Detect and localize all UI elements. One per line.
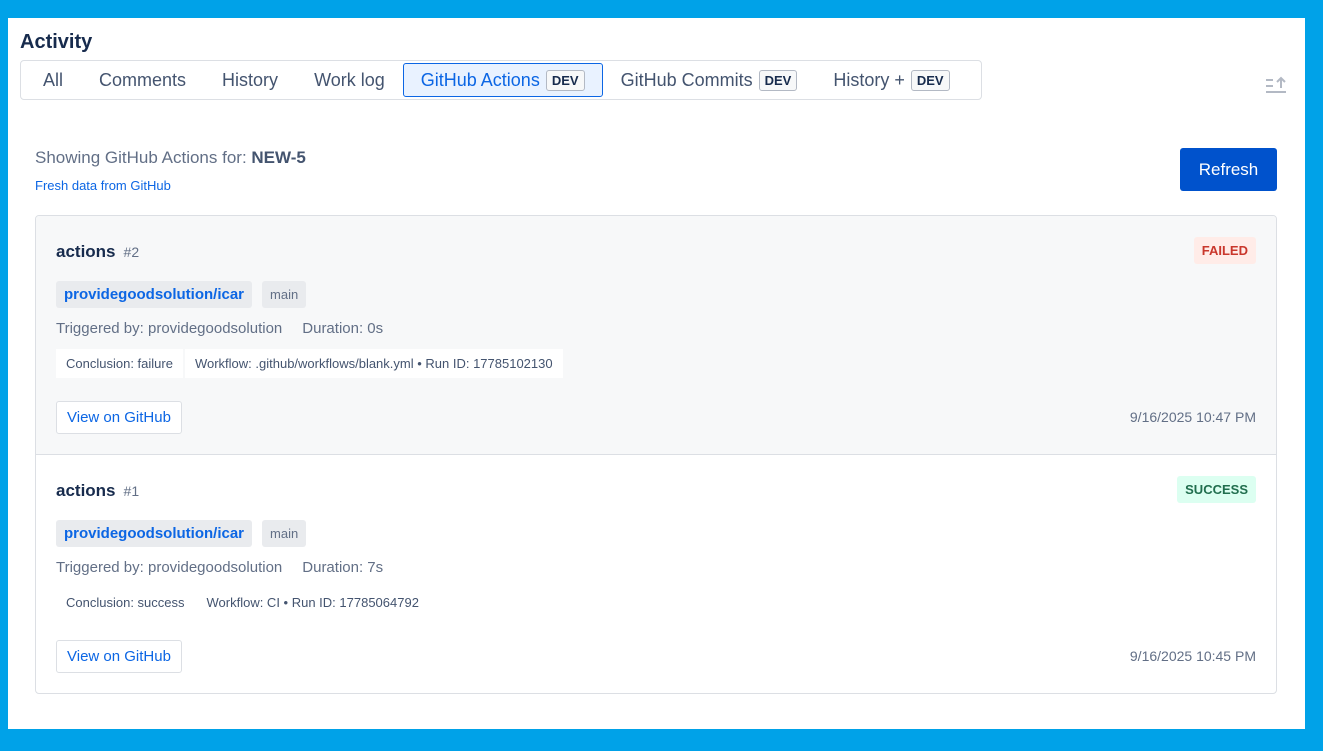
tab-comments[interactable]: Comments: [81, 63, 204, 97]
triggered-by: Triggered by: providegoodsolution: [56, 320, 283, 337]
dev-badge: DEV: [545, 69, 585, 91]
workflow-info: Workflow: .github/workflows/blank.yml • …: [184, 349, 563, 378]
tab-github-actions[interactable]: GitHub Actions DEV: [402, 63, 603, 97]
issue-key: NEW-5: [251, 148, 306, 167]
showing-label: Showing GitHub Actions for: NEW-5: [35, 148, 306, 167]
duration: Duration: 0s: [302, 320, 384, 337]
activity-panel: Activity All Comments History Work log G…: [8, 18, 1305, 729]
workflow-info: Workflow: CI • Run ID: 17785064792: [196, 588, 429, 617]
fresh-data-note: Fresh data from GitHub: [35, 178, 171, 193]
runs-list: actions #2 FAILED providegoodsolution/ica…: [35, 215, 1277, 694]
view-on-github-button[interactable]: View on GitHub: [56, 401, 182, 434]
tab-history[interactable]: History: [204, 63, 296, 97]
run-timestamp: 9/16/2025 10:47 PM: [1129, 409, 1256, 425]
tab-github-commits[interactable]: GitHub Commits DEV: [603, 63, 816, 97]
conclusion: Conclusion: failure: [56, 349, 183, 378]
dev-badge: DEV: [758, 69, 798, 91]
run-item: actions #1 SUCCESS providegoodsolution/ic…: [36, 455, 1276, 693]
view-on-github-button[interactable]: View on GitHub: [56, 640, 182, 673]
triggered-by: Triggered by: providegoodsolution: [56, 559, 283, 576]
branch-tag: main: [262, 281, 307, 308]
activity-tabs: All Comments History Work log GitHub Act…: [20, 60, 982, 100]
sort-order-icon[interactable]: [1266, 76, 1286, 94]
run-timestamp: 9/16/2025 10:45 PM: [1129, 648, 1256, 664]
tab-work-log[interactable]: Work log: [296, 63, 403, 97]
status-badge: SUCCESS: [1177, 476, 1256, 503]
status-badge: FAILED: [1193, 237, 1256, 264]
repo-tag[interactable]: providegoodsolution/icar: [56, 520, 253, 547]
conclusion: Conclusion: success: [56, 588, 195, 617]
duration: Duration: 7s: [302, 559, 384, 576]
tab-all[interactable]: All: [25, 63, 81, 97]
tab-history-plus[interactable]: History + DEV: [815, 63, 967, 97]
repo-tag[interactable]: providegoodsolution/icar: [56, 281, 253, 308]
run-item: actions #2 FAILED providegoodsolution/ica…: [36, 216, 1276, 455]
run-number: #1: [123, 483, 140, 499]
branch-tag: main: [262, 520, 307, 547]
refresh-button[interactable]: Refresh: [1180, 148, 1277, 191]
activity-title: Activity: [20, 31, 93, 53]
dev-badge: DEV: [910, 69, 950, 91]
run-name: actions #1: [56, 481, 140, 500]
run-number: #2: [123, 244, 140, 260]
run-name: actions #2: [56, 242, 140, 261]
